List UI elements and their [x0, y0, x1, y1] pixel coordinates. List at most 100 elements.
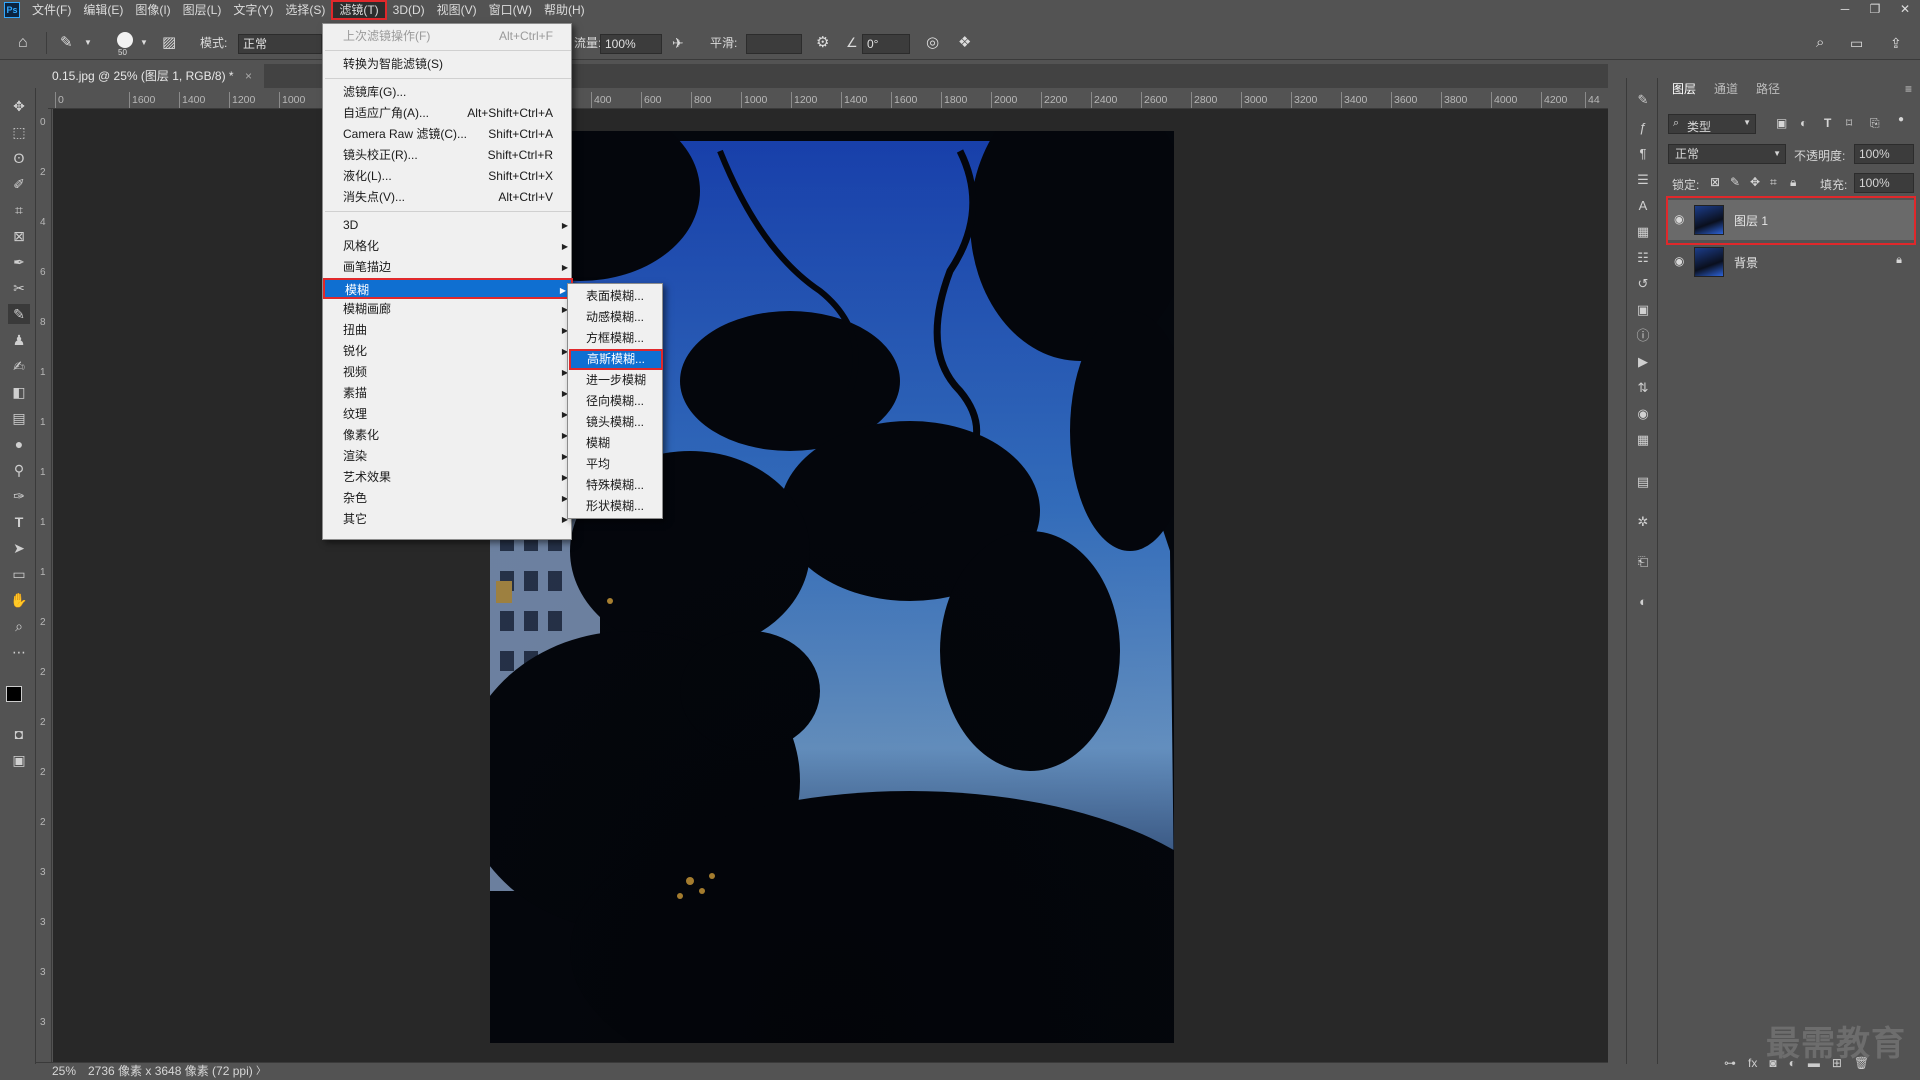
filter-menu-item[interactable]: 杂色 ▶	[323, 488, 573, 509]
styles-icon[interactable]: ƒ	[1633, 118, 1653, 138]
quick-mask-icon[interactable]: ◘	[8, 724, 30, 744]
filter-menu-item[interactable]: 模糊画廊 ▶	[323, 299, 573, 320]
info-icon[interactable]: ⓘ	[1633, 326, 1653, 346]
photo-canvas[interactable]	[490, 131, 1174, 1043]
zoom-tool-icon[interactable]: ⌕	[8, 616, 30, 636]
stamp-tool-icon[interactable]: ♟	[8, 330, 30, 350]
fx-icon[interactable]: fx	[1748, 1056, 1757, 1070]
fill-input[interactable]: 100%	[1854, 173, 1914, 193]
lock-position-icon[interactable]: ✥	[1750, 175, 1760, 189]
filter-adjustment-icon[interactable]: ◐	[1800, 116, 1807, 130]
filter-menu-item[interactable]: 转换为智能滤镜(S)	[323, 54, 573, 75]
info-arrow-icon[interactable]: 〉	[256, 1063, 266, 1080]
history-brush-icon[interactable]: ✍	[8, 356, 30, 376]
filter-menu-item[interactable]: 风格化 ▶	[323, 236, 573, 257]
chevron-down-icon[interactable]: ▼	[140, 26, 148, 60]
timeline-icon[interactable]: ⇅	[1633, 378, 1653, 398]
blend-mode-select[interactable]: 正常 ▼	[1668, 144, 1786, 164]
blur-submenu-item[interactable]: 模糊	[568, 433, 664, 454]
dodge-tool-icon[interactable]: ⚲	[8, 460, 30, 480]
paragraph-icon[interactable]: ¶	[1633, 144, 1653, 164]
panel-menu-icon[interactable]: ≡	[1905, 82, 1912, 96]
angle-input[interactable]: 0°	[862, 34, 910, 54]
menu-file[interactable]: 文件(F)	[26, 0, 77, 20]
gear-icon[interactable]: ⚙	[816, 26, 829, 60]
blur-tool-icon[interactable]: ●	[8, 434, 30, 454]
filter-menu-item[interactable]: 素描 ▶	[323, 383, 573, 404]
hand-tool-icon[interactable]: ✋	[8, 590, 30, 610]
minimize-button[interactable]: ─	[1830, 0, 1860, 20]
actions-icon[interactable]: ▶	[1633, 352, 1653, 372]
filter-shape-icon[interactable]: ⌑	[1846, 116, 1852, 130]
glyphs-icon[interactable]: ▦	[1633, 222, 1653, 242]
tab-paths[interactable]: 路径	[1756, 78, 1780, 100]
path-select-icon[interactable]: ➤	[8, 538, 30, 558]
menu-type[interactable]: 文字(Y)	[227, 0, 279, 20]
brush-tool-icon[interactable]: ✎	[8, 304, 30, 324]
lasso-tool-icon[interactable]: ʘ	[8, 148, 30, 168]
blur-submenu-item[interactable]: 平均	[568, 454, 664, 475]
mode-select[interactable]: 正常	[238, 34, 322, 54]
tab-channels[interactable]: 通道	[1714, 78, 1738, 100]
menu-filter[interactable]: 滤镜(T)	[331, 0, 387, 20]
brush-tool-icon[interactable]: ✎	[60, 26, 73, 60]
close-tab-icon[interactable]: ×	[245, 69, 252, 83]
filter-menu-item[interactable]: 视频 ▶	[323, 362, 573, 383]
filter-menu-item[interactable]: 渲染 ▶	[323, 446, 573, 467]
blur-submenu-item[interactable]: 方框模糊...	[568, 328, 664, 349]
frame-tool-icon[interactable]: ⊠	[8, 226, 30, 246]
opacity-input[interactable]: 100%	[1854, 144, 1914, 164]
swatches-icon[interactable]: ◐	[1633, 592, 1653, 612]
layer-row[interactable]: ◉ 背景 🔒︎	[1666, 242, 1916, 282]
blur-submenu-item[interactable]: 进一步模糊	[568, 370, 664, 391]
filter-menu-item[interactable]: 消失点(V)... Alt+Ctrl+V	[323, 187, 573, 208]
blur-submenu-item[interactable]: 特殊模糊...	[568, 475, 664, 496]
menu-select[interactable]: 选择(S)	[279, 0, 331, 20]
link-layers-icon[interactable]: ⊶	[1724, 1056, 1736, 1070]
filter-menu-item[interactable]: 液化(L)... Shift+Ctrl+X	[323, 166, 573, 187]
filter-menu-item[interactable]: 滤镜库(G)...	[323, 82, 573, 103]
brush-preview-icon[interactable]	[117, 32, 133, 48]
filter-type-icon[interactable]: T	[1824, 116, 1831, 130]
filter-menu-item[interactable]: Camera Raw 滤镜(C)... Shift+Ctrl+A	[323, 124, 573, 145]
document-tab[interactable]: 0.15.jpg @ 25% (图层 1, RGB/8) * ×	[48, 64, 264, 88]
menu-help[interactable]: 帮助(H)	[538, 0, 591, 20]
lock-pixels-icon[interactable]: ✎	[1730, 175, 1740, 189]
filter-menu-item[interactable]: 扭曲 ▶	[323, 320, 573, 341]
history-icon[interactable]: ↺	[1633, 274, 1653, 294]
eraser-tool-icon[interactable]: ◧	[8, 382, 30, 402]
lock-all-icon[interactable]: 🔒︎	[1790, 175, 1796, 190]
blur-submenu-item[interactable]: 镜头模糊...	[568, 412, 664, 433]
airbrush-icon[interactable]: ✈	[672, 26, 684, 60]
filter-pixel-icon[interactable]: ▣	[1776, 116, 1787, 130]
crop-tool-icon[interactable]: ⌗	[8, 200, 30, 220]
filter-menu-item[interactable]: 画笔描边 ▶	[323, 257, 573, 278]
foreground-color-swatch[interactable]	[6, 686, 22, 702]
screen-mode-icon[interactable]: ▣	[8, 750, 30, 770]
pen-tool-icon[interactable]: ✑	[8, 486, 30, 506]
quick-select-tool-icon[interactable]: ✐	[8, 174, 30, 194]
layer-filter-select[interactable]: ⌕ 类型 ▼	[1668, 114, 1756, 134]
search-icon[interactable]: ⌕	[1816, 26, 1824, 60]
notes-icon[interactable]: ▤	[1633, 472, 1653, 492]
menu-window[interactable]: 窗口(W)	[483, 0, 538, 20]
rectangle-tool-icon[interactable]: ▭	[8, 564, 30, 584]
properties-icon[interactable]: ☷	[1633, 248, 1653, 268]
more-tools-icon[interactable]: ⋯	[8, 642, 30, 662]
brush-settings-icon[interactable]: ▨	[162, 26, 176, 60]
character-icon[interactable]: A	[1633, 196, 1653, 216]
filter-smart-icon[interactable]: ⎘	[1870, 116, 1880, 131]
blur-submenu-item[interactable]: 径向模糊...	[568, 391, 664, 412]
symmetry-icon[interactable]: ❖	[958, 26, 971, 60]
menu-layer[interactable]: 图层(L)	[177, 0, 228, 20]
tab-layers[interactable]: 图层	[1672, 78, 1696, 100]
brush-settings-icon[interactable]: ✎	[1633, 90, 1653, 110]
move-tool-icon[interactable]: ✥	[8, 96, 30, 116]
menu-edit[interactable]: 编辑(E)	[77, 0, 129, 20]
libraries-icon[interactable]: ▣	[1633, 300, 1653, 320]
share-icon[interactable]: ⇪	[1890, 26, 1902, 60]
eye-icon[interactable]: ◉	[1674, 254, 1688, 268]
blur-submenu-item[interactable]: 形状模糊...	[568, 496, 664, 517]
smoothing-input[interactable]	[746, 34, 802, 54]
blur-submenu-item[interactable]: 表面模糊...	[568, 286, 664, 307]
